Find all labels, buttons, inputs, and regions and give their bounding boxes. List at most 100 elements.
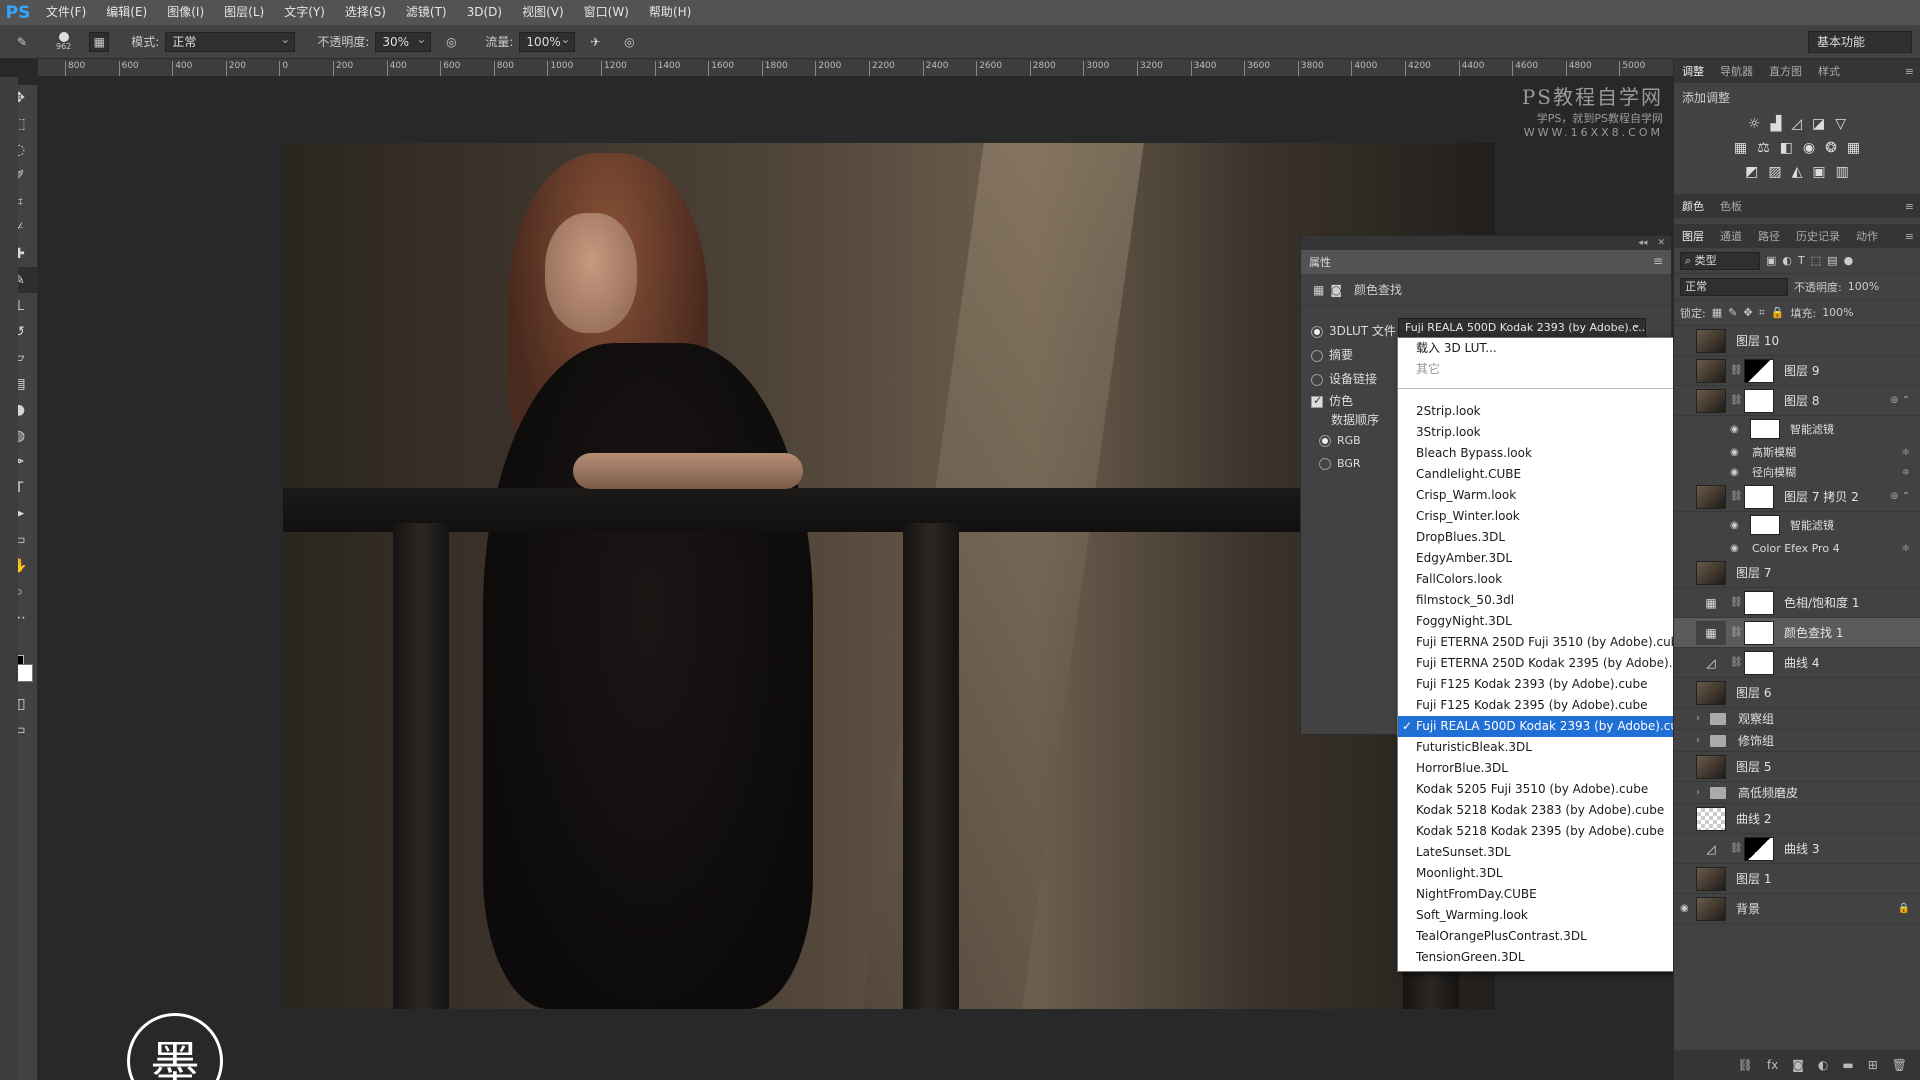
checkbox-dither[interactable]: [1311, 394, 1323, 408]
group-expand-icon[interactable]: ›: [1696, 787, 1710, 798]
radio-bgr[interactable]: [1319, 458, 1331, 470]
layer-mask-thumbnail[interactable]: [1744, 620, 1774, 645]
lut-item[interactable]: Crisp_Warm.look: [1398, 485, 1700, 506]
panel-menu-icon[interactable]: ≡: [1905, 200, 1914, 213]
option-rgb[interactable]: RGB: [1319, 434, 1361, 447]
filter-shape-icon[interactable]: ⬚: [1811, 254, 1821, 267]
lut-item[interactable]: EdgyAmber.3DL: [1398, 548, 1700, 569]
menu-filter[interactable]: 滤镜(T): [396, 0, 457, 25]
lut-item[interactable]: NightFromDay.CUBE: [1398, 884, 1700, 905]
color-balance-icon[interactable]: ⚖: [1757, 140, 1770, 156]
posterize-icon[interactable]: ▨: [1768, 164, 1781, 180]
mask-link-icon[interactable]: ⛓: [1730, 597, 1743, 608]
smart-filter-row[interactable]: ◉ 径向模糊 ≑: [1674, 462, 1920, 482]
lut-item[interactable]: Soft_Warming.look: [1398, 905, 1700, 926]
filter-options-icon[interactable]: ≑: [1902, 447, 1910, 458]
layer-thumbnail[interactable]: [1696, 388, 1726, 413]
tab-navigator[interactable]: 导航器: [1720, 63, 1753, 79]
lut-item[interactable]: Fuji ETERNA 250D Kodak 2395 (by Adobe).c…: [1398, 653, 1702, 674]
lut-item[interactable]: TensionGreen.3DL: [1398, 947, 1700, 968]
adjustment-layer-icon[interactable]: ◿: [1696, 650, 1726, 675]
fx-icon[interactable]: fx: [1767, 1058, 1778, 1072]
fill-value[interactable]: 100%: [1822, 306, 1853, 319]
hue-saturation-icon[interactable]: ▦: [1734, 140, 1747, 156]
lock-transparent-icon[interactable]: ▦: [1712, 306, 1722, 319]
layer-row[interactable]: ⛓ 图层 7 拷贝 2 ⊛ ⌃: [1674, 482, 1920, 512]
black-white-icon[interactable]: ◧: [1780, 140, 1793, 156]
layer-row[interactable]: 图层 1: [1674, 864, 1920, 894]
lut-item[interactable]: FuturisticBleak.3DL: [1398, 737, 1700, 758]
smart-filters-row[interactable]: ◉ 智能滤镜: [1674, 512, 1920, 538]
smart-filters-row[interactable]: ◉ 智能滤镜: [1674, 416, 1920, 442]
levels-icon[interactable]: ▟: [1770, 116, 1781, 132]
lut-item[interactable]: Bleach Bypass.look: [1398, 443, 1700, 464]
vibrance-icon[interactable]: ▽: [1835, 116, 1846, 132]
visibility-eye-icon[interactable]: ◉: [1680, 903, 1696, 914]
curves-icon[interactable]: ◿: [1791, 116, 1802, 132]
lut-item[interactable]: HorrorBlue.3DL: [1398, 758, 1700, 779]
visibility-eye-icon[interactable]: ◉: [1730, 543, 1746, 554]
layer-thumbnail[interactable]: [1696, 560, 1726, 585]
lut-item-selected[interactable]: Fuji REALA 500D Kodak 2393 (by Adobe).cu…: [1398, 716, 1700, 737]
smart-filter-row[interactable]: ◉ 高斯模糊 ≑: [1674, 442, 1920, 462]
mode-select[interactable]: 正常: [165, 30, 296, 52]
lut-item[interactable]: FallColors.look: [1398, 569, 1700, 590]
panel-menu-icon[interactable]: ≡: [1905, 230, 1914, 243]
option-dither[interactable]: 仿色: [1311, 392, 1353, 409]
option-abstract[interactable]: 摘要: [1311, 346, 1353, 363]
menu-help[interactable]: 帮助(H): [639, 0, 701, 25]
load-3d-lut-item[interactable]: 载入 3D LUT...: [1398, 338, 1700, 359]
menu-window[interactable]: 窗口(W): [574, 0, 639, 25]
lut-item[interactable]: Fuji F125 Kodak 2395 (by Adobe).cube: [1398, 695, 1700, 716]
lut-item[interactable]: 3Strip.look: [1398, 422, 1700, 443]
exposure-icon[interactable]: ◪: [1812, 116, 1825, 132]
filter-mask-thumbnail[interactable]: [1750, 419, 1780, 439]
color-lookup-icon[interactable]: ▦: [1847, 140, 1860, 156]
layer-row[interactable]: 曲线 2: [1674, 804, 1920, 834]
option-device-link[interactable]: 设备链接: [1311, 370, 1377, 387]
gradient-map-icon[interactable]: ▥: [1836, 164, 1849, 180]
lut-file-select[interactable]: Fuji REALA 500D Kodak 2393 (by Adobe).c.…: [1398, 318, 1646, 338]
mask-icon[interactable]: ◙: [1330, 283, 1342, 297]
tab-styles[interactable]: 样式: [1818, 63, 1840, 79]
filter-options-icon[interactable]: ≑: [1902, 543, 1910, 554]
adjustment-layer-icon[interactable]: ▦: [1696, 590, 1726, 615]
tab-paths[interactable]: 路径: [1758, 228, 1780, 244]
delete-layer-icon[interactable]: 🗑: [1892, 1058, 1907, 1072]
pressure-size-icon[interactable]: ◎: [619, 32, 639, 52]
smart-filter-row[interactable]: ◉ Color Efex Pro 4 ≑: [1674, 538, 1920, 558]
layer-mask-thumbnail[interactable]: [1744, 388, 1774, 413]
layer-mask-thumbnail[interactable]: [1744, 358, 1774, 383]
smart-object-icon[interactable]: ⊛ ⌃: [1890, 395, 1910, 406]
menu-3d[interactable]: 3D(D): [457, 0, 512, 25]
collapse-icon[interactable]: ◂◂: [1638, 238, 1647, 248]
brush-panel-toggle-icon[interactable]: ▦: [89, 31, 110, 52]
menu-layer[interactable]: 图层(L): [214, 0, 274, 25]
menu-edit[interactable]: 编辑(E): [96, 0, 157, 25]
adjustment-layer-icon[interactable]: ◿: [1696, 836, 1726, 861]
lut-item[interactable]: Moonlight.3DL: [1398, 863, 1700, 884]
lut-item[interactable]: Crisp_Winter.look: [1398, 506, 1700, 527]
layer-thumbnail[interactable]: [1696, 754, 1726, 779]
layer-row[interactable]: ◿ ⛓ 曲线 4: [1674, 648, 1920, 678]
new-layer-icon[interactable]: ⊞: [1868, 1058, 1878, 1072]
tab-channels[interactable]: 通道: [1720, 228, 1742, 244]
visibility-eye-icon[interactable]: ◉: [1730, 520, 1746, 531]
radio-device-link[interactable]: [1311, 373, 1323, 386]
option-bgr[interactable]: BGR: [1319, 457, 1361, 470]
layer-thumbnail[interactable]: [1696, 866, 1726, 891]
smart-object-icon[interactable]: ⊛ ⌃: [1890, 491, 1910, 502]
layer-opacity-value[interactable]: 100%: [1848, 280, 1879, 293]
filter-toggle-icon[interactable]: ●: [1844, 254, 1854, 267]
menu-image[interactable]: 图像(I): [157, 0, 214, 25]
layer-mask-thumbnail[interactable]: [1744, 484, 1774, 509]
layer-row[interactable]: ⛓ 图层 9: [1674, 356, 1920, 386]
mask-link-icon[interactable]: ⛓: [1730, 657, 1743, 668]
flow-input[interactable]: 100%: [519, 30, 576, 52]
filter-type-icon[interactable]: T: [1798, 254, 1805, 267]
layer-row[interactable]: › 高低频磨皮: [1674, 782, 1920, 804]
lut-item[interactable]: 2Strip.look: [1398, 401, 1700, 422]
tab-adjustments[interactable]: 调整: [1682, 63, 1704, 79]
channel-mixer-icon[interactable]: ❂: [1825, 140, 1837, 156]
layer-row[interactable]: 图层 5: [1674, 752, 1920, 782]
